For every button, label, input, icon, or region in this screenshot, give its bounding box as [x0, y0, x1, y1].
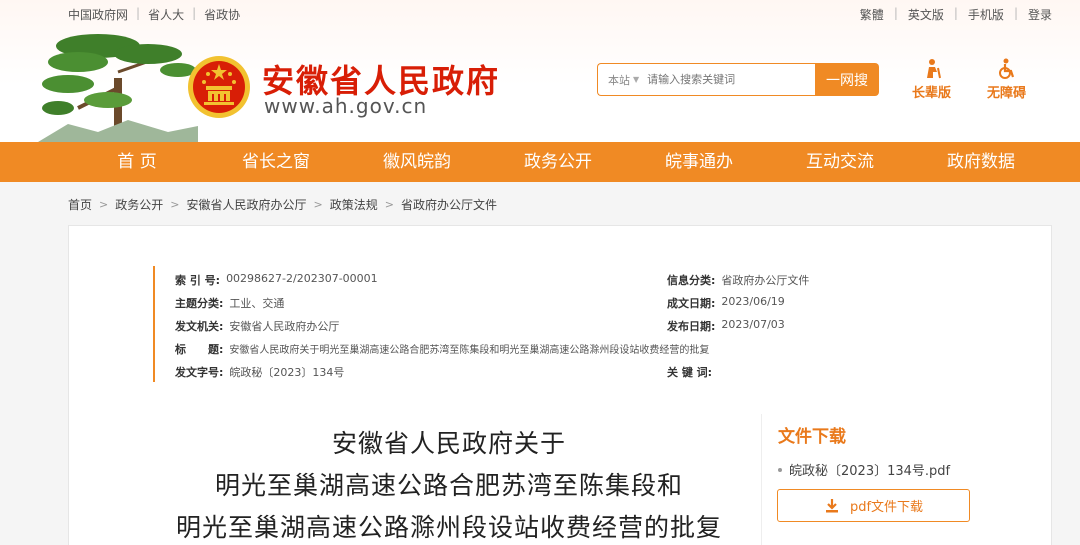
- sidebar-divider: [761, 414, 762, 545]
- nav-gov-data[interactable]: 政府数据: [921, 142, 1041, 182]
- document-panel: 索 引 号: 00298627-2/202307-00001 主题分类: 工业、…: [68, 225, 1052, 545]
- link-npc[interactable]: 省人大: [148, 6, 184, 23]
- meta-value: 省政府办公厅文件: [721, 274, 810, 287]
- download-heading: 文件下载: [778, 427, 846, 447]
- meta-index-no: 索 引 号: 00298627-2/202307-00001: [175, 272, 378, 288]
- meta-key: 主题分类:: [175, 297, 224, 310]
- separator: |: [1013, 6, 1018, 20]
- top-right-links: 繁體 | 英文版 | 手机版 | 登录: [860, 6, 1052, 23]
- meta-value: 00298627-2/202307-00001: [226, 272, 378, 285]
- elder-person-icon: [926, 59, 941, 79]
- meta-key: 成文日期:: [667, 297, 716, 310]
- chevron-right-icon: >: [313, 198, 323, 211]
- meta-key: 索 引 号:: [175, 274, 221, 287]
- accessibility-label: 无障碍: [987, 86, 1027, 101]
- meta-written-date: 成文日期: 2023/06/19: [667, 295, 785, 311]
- meta-publish-date: 发布日期: 2023/07/03: [667, 318, 785, 334]
- breadcrumb-office[interactable]: 安徽省人民政府办公厅: [186, 196, 306, 213]
- separator: |: [953, 6, 958, 20]
- breadcrumb-policy[interactable]: 政策法规: [330, 196, 378, 213]
- meta-value: 2023/07/03: [721, 318, 785, 331]
- document-title-line-2: 明光至巢湖高速公路合肥苏湾至陈集段和: [214, 471, 683, 500]
- download-icon: [825, 498, 838, 512]
- nav-governor-window[interactable]: 省长之窗: [216, 142, 336, 182]
- meta-key: 发布日期:: [667, 320, 716, 333]
- breadcrumb-gov-affairs[interactable]: 政务公开: [115, 196, 163, 213]
- wheelchair-icon: [998, 58, 1014, 79]
- chevron-right-icon: >: [384, 198, 394, 211]
- search-scope-label: 本站: [608, 73, 630, 87]
- meta-value: 皖政秘〔2023〕134号: [229, 366, 345, 379]
- site-header: 中国政府网 | 省人大 | 省政协 繁體 | 英文版 | 手机版 | 登录 安徽…: [0, 0, 1080, 142]
- nav-anhui-culture[interactable]: 徽风皖韵: [357, 142, 477, 182]
- top-left-links: 中国政府网 | 省人大 | 省政协: [68, 6, 240, 23]
- meta-keywords: 关 键 词:: [667, 364, 718, 380]
- separator: |: [192, 6, 197, 20]
- site-url: www.ah.gov.cn: [264, 94, 428, 118]
- bullet-icon: [778, 467, 782, 472]
- meta-value: 安徽省人民政府办公厅: [229, 320, 340, 333]
- meta-value: 工业、交通: [229, 297, 285, 310]
- link-english[interactable]: 英文版: [908, 6, 944, 23]
- link-mobile[interactable]: 手机版: [968, 6, 1004, 23]
- document-title-line-1: 安徽省人民政府关于: [331, 429, 566, 458]
- link-gov-cn[interactable]: 中国政府网: [68, 6, 128, 23]
- search-scope-select[interactable]: 本站 ▼: [598, 72, 647, 88]
- document-title-line-3: 明光至巢湖高速公路滁州段设站收费经营的批复: [175, 513, 722, 542]
- link-cppcc[interactable]: 省政协: [204, 6, 240, 23]
- breadcrumb: 首页 > 政务公开 > 安徽省人民政府办公厅 > 政策法规 > 省政府办公厅文件: [68, 196, 497, 213]
- document-metadata: 索 引 号: 00298627-2/202307-00001 主题分类: 工业、…: [153, 266, 813, 382]
- elder-mode-label: 长辈版: [912, 86, 952, 101]
- nav-services[interactable]: 皖事通办: [639, 142, 759, 182]
- meta-doc-no: 发文字号: 皖政秘〔2023〕134号: [175, 364, 344, 380]
- pdf-download-label: pdf文件下载: [849, 500, 924, 515]
- download-file-name: 皖政秘〔2023〕134号.pdf: [789, 464, 951, 479]
- nav-interaction[interactable]: 互动交流: [780, 142, 900, 182]
- main-nav: 首 页 省长之窗 徽风皖韵 政务公开 皖事通办 互动交流 政府数据: [0, 142, 1080, 182]
- chevron-right-icon: >: [99, 198, 109, 211]
- breadcrumb-documents[interactable]: 省政府办公厅文件: [401, 196, 497, 213]
- meta-value: 2023/06/19: [721, 295, 785, 308]
- download-file-link[interactable]: 皖政秘〔2023〕134号.pdf: [778, 460, 950, 479]
- nav-home[interactable]: 首 页: [77, 142, 197, 182]
- link-login[interactable]: 登录: [1028, 6, 1052, 23]
- link-traditional[interactable]: 繁體: [860, 6, 884, 23]
- chevron-down-icon: ▼: [633, 75, 640, 84]
- meta-key: 标 题:: [175, 343, 224, 356]
- separator: |: [893, 6, 898, 20]
- meta-key: 关 键 词:: [667, 366, 713, 379]
- meta-topic: 主题分类: 工业、交通: [175, 295, 284, 311]
- pine-tree-icon: [38, 34, 198, 142]
- national-emblem-icon: [188, 56, 250, 118]
- chevron-right-icon: >: [170, 198, 180, 211]
- search-input[interactable]: [647, 73, 798, 86]
- meta-key: 发文机关:: [175, 320, 224, 333]
- meta-issuer: 发文机关: 安徽省人民政府办公厅: [175, 318, 339, 334]
- meta-value: 安徽省人民政府关于明光至巢湖高速公路合肥苏湾至陈集段和明光至巢湖高速公路滁州段设…: [229, 345, 710, 356]
- breadcrumb-home[interactable]: 首页: [68, 196, 92, 213]
- elder-mode-button[interactable]: 长辈版: [912, 58, 951, 101]
- meta-title: 标 题: 安徽省人民政府关于明光至巢湖高速公路合肥苏湾至陈集段和明光至巢湖高速公…: [175, 341, 709, 357]
- meta-key: 信息分类:: [667, 274, 716, 287]
- separator: |: [136, 6, 141, 20]
- meta-key: 发文字号:: [175, 366, 224, 379]
- accessibility-button[interactable]: 无障碍: [987, 58, 1026, 101]
- search-button[interactable]: 一网搜: [815, 63, 879, 96]
- pdf-download-button[interactable]: pdf文件下载: [777, 489, 970, 522]
- search-box: 本站 ▼: [597, 63, 815, 96]
- meta-info-class: 信息分类: 省政府办公厅文件: [667, 272, 809, 288]
- nav-gov-affairs[interactable]: 政务公开: [498, 142, 618, 182]
